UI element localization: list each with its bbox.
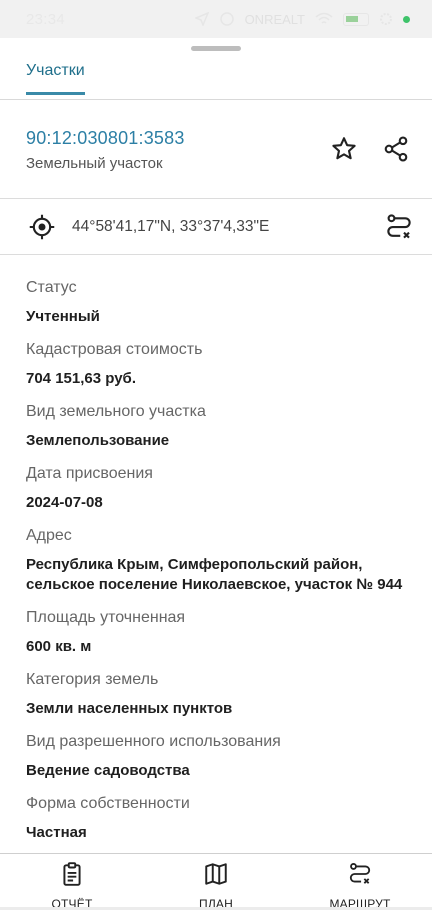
field-value: Ведение садоводства (26, 762, 190, 779)
field-label: Адрес (26, 527, 72, 544)
field-label: Вид разрешенного использования (26, 733, 281, 750)
field-value: Республика Крым, Симферопольский район, … (26, 556, 403, 593)
status-time: 23:34 (26, 10, 66, 28)
field-assignment-date: Дата присвоения 2024-07-08 (26, 463, 432, 513)
wifi-icon (315, 12, 333, 26)
route-button[interactable]: МАРШРУТ (288, 854, 432, 910)
status-watermark: ONREALT (244, 11, 305, 27)
report-icon (59, 861, 85, 892)
field-value: 704 151,63 руб. (26, 370, 136, 387)
field-label: Дата присвоения (26, 465, 153, 482)
field-permitted-use: Вид разрешенного использования Ведение с… (26, 731, 432, 781)
route-icon (347, 861, 373, 892)
map-button[interactable]: ПЛАН (144, 854, 288, 910)
field-label: Форма собственности (26, 795, 190, 812)
field-value: Землепользование (26, 432, 170, 449)
bottom-navigation: ОТЧЁТ ПЛАН МАРШРУТ (0, 853, 432, 910)
sheet-drag-handle[interactable] (0, 44, 432, 52)
battery-icon (343, 12, 369, 26)
field-label: Площадь уточненная (26, 609, 186, 626)
field-address: Адрес Республика Крым, Симферопольский р… (26, 525, 432, 595)
status-bar: 23:34 ONREALT (0, 0, 432, 38)
tab-parcels[interactable]: Участки (26, 62, 85, 95)
field-land-category: Категория земель Земли населенных пункто… (26, 669, 432, 719)
parcel-header: 90:12:030801:3583 Земельный участок (0, 100, 432, 199)
field-label: Статус (26, 279, 77, 296)
favorite-button[interactable] (328, 135, 360, 167)
parcel-details: Статус Учтенный Кадастровая стоимость 70… (0, 255, 432, 843)
crosshair-icon (28, 213, 56, 241)
coordinates-text: 44°58'41,17"N, 33°37'4,33"E (72, 217, 270, 235)
map-icon (203, 861, 229, 892)
field-land-type: Вид земельного участка Землепользование (26, 401, 432, 451)
route-icon[interactable] (384, 212, 414, 242)
signal-icon (219, 12, 235, 26)
tab-bar: Участки (0, 52, 432, 100)
field-label: Кадастровая стоимость (26, 341, 203, 358)
field-label: Категория земель (26, 671, 159, 688)
field-value: 2024-07-08 (26, 494, 103, 511)
field-value: Частная (26, 824, 87, 841)
status-icons: ONREALT (194, 11, 410, 27)
star-icon (330, 135, 358, 168)
location-arrow-icon (194, 12, 209, 26)
field-label: Вид земельного участка (26, 403, 206, 420)
field-value: Учтенный (26, 308, 100, 325)
field-cadastral-value: Кадастровая стоимость 704 151,63 руб. (26, 339, 432, 389)
field-status: Статус Учтенный (26, 277, 432, 327)
coordinates-row[interactable]: 44°58'41,17"N, 33°37'4,33"E (0, 199, 432, 255)
field-area: Площадь уточненная 600 кв. м (26, 607, 432, 657)
gear-icon (379, 12, 393, 26)
share-icon (382, 135, 410, 168)
share-button[interactable] (380, 135, 412, 167)
recording-dot-icon (403, 15, 410, 23)
field-value: Земли населенных пунктов (26, 700, 233, 717)
field-ownership: Форма собственности Частная (26, 793, 432, 843)
app-screen: 23:34 ONREALT Участки 90:12:030801:3583 … (0, 0, 432, 910)
header-actions (328, 135, 412, 167)
field-value: 600 кв. м (26, 638, 92, 655)
report-button[interactable]: ОТЧЁТ (0, 854, 144, 910)
